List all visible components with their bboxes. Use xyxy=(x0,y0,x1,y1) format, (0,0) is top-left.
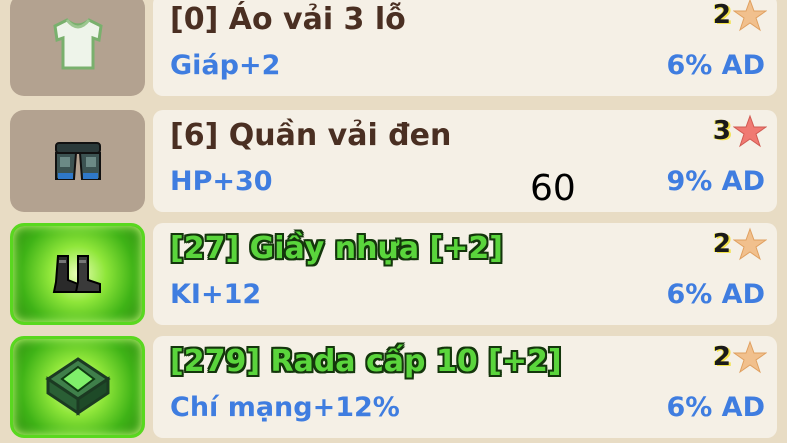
item-name: [6] Quần vải đen xyxy=(170,118,452,153)
item-row[interactable]: [27] Giầy nhựa [+2] 2 KI+12 6% AD xyxy=(0,223,787,329)
item-card[interactable]: [279] Rada cấp 10 [+2] 2 Chí mạng+12% 6%… xyxy=(153,336,777,438)
star-count: 2 xyxy=(712,229,731,259)
star-icon xyxy=(733,227,767,261)
item-ad: 6% AD xyxy=(666,279,765,310)
item-card[interactable]: [0] Áo vải 3 lỗ 2 Giáp+2 6% AD xyxy=(153,0,777,96)
star-rating: 2 xyxy=(713,0,767,32)
star-rating: 3 xyxy=(713,114,767,148)
item-row[interactable]: [6] Quần vải đen 3 HP+30 9% AD xyxy=(0,110,787,216)
star-icon xyxy=(733,340,767,374)
star-count: 2 xyxy=(712,0,731,30)
star-rating: 2 xyxy=(713,340,767,374)
item-name: [279] Rada cấp 10 [+2] xyxy=(170,344,562,379)
item-stat: Giáp+2 xyxy=(170,50,281,81)
item-stat: KI+12 xyxy=(170,279,262,310)
star-icon xyxy=(733,0,767,32)
star-icon xyxy=(733,114,767,148)
shirt-icon xyxy=(52,18,103,70)
item-row[interactable]: [279] Rada cấp 10 [+2] 2 Chí mạng+12% 6%… xyxy=(0,336,787,442)
item-ad: 6% AD xyxy=(666,50,765,81)
item-slot[interactable] xyxy=(10,223,145,325)
star-rating: 2 xyxy=(713,227,767,261)
star-count: 2 xyxy=(712,342,731,372)
boots-icon xyxy=(52,255,101,293)
overlay-number: 60 xyxy=(530,168,576,209)
item-stat: Chí mạng+12% xyxy=(170,392,400,423)
item-card[interactable]: [6] Quần vải đen 3 HP+30 9% AD xyxy=(153,110,777,212)
radar-icon xyxy=(44,357,111,416)
star-count: 3 xyxy=(712,116,731,146)
item-slot[interactable] xyxy=(10,110,145,212)
item-stat: HP+30 xyxy=(170,166,273,197)
item-name: [27] Giầy nhựa [+2] xyxy=(170,231,503,266)
item-slot[interactable] xyxy=(10,0,145,96)
item-card[interactable]: [27] Giầy nhựa [+2] 2 KI+12 6% AD xyxy=(153,223,777,325)
item-ad: 6% AD xyxy=(666,392,765,423)
item-name: [0] Áo vải 3 lỗ xyxy=(170,2,406,37)
item-row[interactable]: [0] Áo vải 3 lỗ 2 Giáp+2 6% AD xyxy=(0,0,787,100)
pants-icon xyxy=(54,142,101,180)
item-slot[interactable] xyxy=(10,336,145,438)
item-ad: 9% AD xyxy=(666,166,765,197)
